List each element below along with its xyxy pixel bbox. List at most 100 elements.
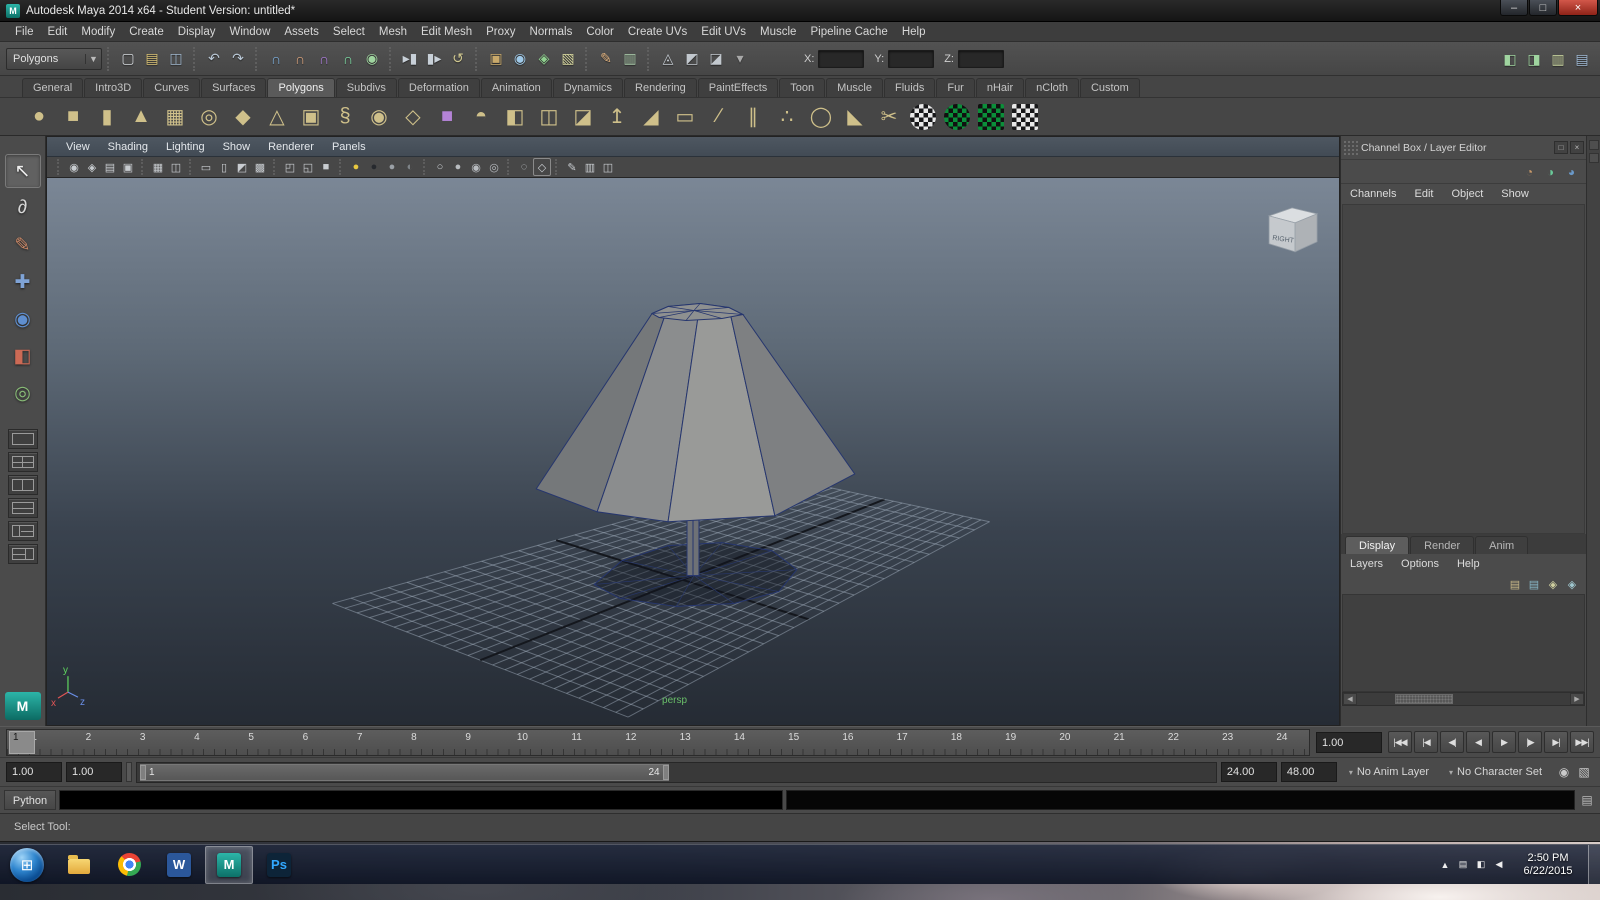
open-scene-icon[interactable]: ▤ xyxy=(140,46,164,72)
render-settings-icon[interactable]: ▧ xyxy=(556,46,580,72)
channel-menu-show[interactable]: Show xyxy=(1492,188,1538,200)
perspective-viewport[interactable]: View Shading Lighting Show Renderer Panels ◉ ◈… xyxy=(46,136,1340,726)
anim-layer-dropdown[interactable]: ▾ No Anim Layer xyxy=(1341,766,1437,778)
smooth-shade-icon[interactable]: ● xyxy=(449,158,467,176)
menu-item-file[interactable]: File xyxy=(8,22,41,42)
shelf-tab-muscle[interactable]: Muscle xyxy=(826,78,883,97)
poly-platonic-icon[interactable]: ◇ xyxy=(397,101,429,133)
animation-start-field[interactable]: 1.00 xyxy=(6,762,62,782)
component-mode-icon[interactable]: ◪ xyxy=(704,46,728,72)
channel-box-header[interactable]: Channel Box / Layer Editor □ × xyxy=(1341,136,1586,160)
go-to-start-button[interactable]: |◀◀ xyxy=(1388,731,1412,753)
current-time-field[interactable]: 1.00 xyxy=(1316,731,1382,753)
poly-cylinder-icon[interactable]: ▮ xyxy=(91,101,123,133)
scroll-left-icon[interactable]: ◀ xyxy=(1343,693,1357,705)
panel-menu-show[interactable]: Show xyxy=(214,137,260,157)
construction-history-icon[interactable]: ↺ xyxy=(446,46,470,72)
toggle-channel-box-icon[interactable]: ▤ xyxy=(1570,46,1594,72)
output-from-selected-icon[interactable]: ▮▸ xyxy=(422,46,446,72)
panel-menu-view[interactable]: View xyxy=(57,137,99,157)
menu-item-edit[interactable]: Edit xyxy=(41,22,75,42)
shelf-tab-toon[interactable]: Toon xyxy=(779,78,826,97)
rotate-tool[interactable]: ◉ xyxy=(5,302,41,336)
isolate-select-icon[interactable]: ◇ xyxy=(533,158,551,176)
menu-item-normals[interactable]: Normals xyxy=(523,22,580,42)
action-center-icon[interactable]: ▤ xyxy=(1454,859,1472,870)
layout-four-pane[interactable] xyxy=(7,452,38,472)
shelf-tab-general[interactable]: General xyxy=(22,78,84,97)
safe-title-icon[interactable]: ◱ xyxy=(299,158,317,176)
xray-icon[interactable]: ◌ xyxy=(515,158,533,176)
select-tool[interactable]: ↖ xyxy=(4,154,41,188)
camera-snapshot-icon[interactable]: ▥ xyxy=(581,158,599,176)
fill-mode-icon[interactable]: ■ xyxy=(317,158,335,176)
crease-tool-icon[interactable]: ◣ xyxy=(839,101,871,133)
layer-tab-render[interactable]: Render xyxy=(1410,536,1475,554)
menu-item-modify[interactable]: Modify xyxy=(74,22,122,42)
shelf-tab-polygons[interactable]: Polygons xyxy=(267,78,335,97)
make-live-icon[interactable]: ◉ xyxy=(360,46,384,72)
show-desktop-button[interactable] xyxy=(1588,845,1600,884)
channel-slider-hyperbolic-icon[interactable]: ◕ xyxy=(1563,163,1580,180)
redo-icon[interactable]: ↷ xyxy=(226,46,250,72)
multi-view-icon[interactable]: ◫ xyxy=(599,158,617,176)
poly-cone-icon[interactable]: ▲ xyxy=(125,101,157,133)
shelf-tab-intro3d[interactable]: Intro3D xyxy=(84,78,143,97)
bookmarks-icon[interactable]: ▣ xyxy=(119,158,137,176)
mirror-geometry-icon[interactable]: ◧ xyxy=(499,101,531,133)
undo-icon[interactable]: ↶ xyxy=(202,46,226,72)
panel-grip-icon[interactable] xyxy=(1343,139,1359,156)
shelf-tab-fur[interactable]: Fur xyxy=(936,78,975,97)
panel-menu-lighting[interactable]: Lighting xyxy=(157,137,214,157)
menu-item-proxy[interactable]: Proxy xyxy=(479,22,522,42)
step-back-key-button[interactable]: ◀| xyxy=(1440,731,1464,753)
layer-tab-display[interactable]: Display xyxy=(1345,536,1410,554)
uv-texture-checker-icon[interactable] xyxy=(944,103,970,130)
snap-view-plane-icon[interactable]: ∩ xyxy=(336,46,360,72)
poly-pipe-icon[interactable]: ▣ xyxy=(295,101,327,133)
multi-cut-icon[interactable]: ✂ xyxy=(873,101,905,133)
split-polygon-icon[interactable]: ∕ xyxy=(703,101,735,133)
menu-item-pipeline-cache[interactable]: Pipeline Cache xyxy=(803,22,894,42)
panel-menu-panels[interactable]: Panels xyxy=(323,137,375,157)
range-grip[interactable] xyxy=(126,762,132,782)
hidden-icons-icon[interactable]: ▲ xyxy=(1436,860,1454,870)
play-forwards-button[interactable]: ▶ xyxy=(1492,731,1516,753)
select-camera-icon[interactable]: ◉ xyxy=(65,158,83,176)
interactive-creation-icon[interactable]: ■ xyxy=(431,101,463,133)
script-editor-icon[interactable]: ▥ xyxy=(618,46,642,72)
lamp-model[interactable] xyxy=(535,302,856,607)
menu-item-muscle[interactable]: Muscle xyxy=(753,22,803,42)
toggle-attribute-editor-icon[interactable]: ◨ xyxy=(1522,46,1546,72)
shelf-tab-nhair[interactable]: nHair xyxy=(975,78,1025,97)
step-back-frame-button[interactable]: |◀ xyxy=(1414,731,1438,753)
camera-attributes-icon[interactable]: ▤ xyxy=(101,158,119,176)
default-lighting-icon[interactable]: ● xyxy=(347,158,365,176)
maya-app[interactable]: M xyxy=(205,845,253,884)
playback-start-field[interactable]: 1.00 xyxy=(66,762,122,782)
panel-menu-renderer[interactable]: Renderer xyxy=(259,137,323,157)
layer-scrollbar[interactable]: ◀ ▶ xyxy=(1342,692,1585,706)
step-forward-key-button[interactable]: |▶ xyxy=(1518,731,1542,753)
poly-plane-icon[interactable]: ▦ xyxy=(159,101,191,133)
maya-logo-button[interactable]: M xyxy=(4,692,41,720)
chrome-app[interactable] xyxy=(105,846,153,884)
poly-prism-icon[interactable]: ◆ xyxy=(227,101,259,133)
scrollbar-thumb[interactable] xyxy=(1395,694,1453,704)
use-all-lights-icon[interactable]: ◎ xyxy=(485,158,503,176)
paint-effects-icon[interactable]: ✎ xyxy=(594,46,618,72)
script-editor-console-icon[interactable]: ▤ xyxy=(1578,793,1596,807)
save-scene-icon[interactable]: ◫ xyxy=(164,46,188,72)
bridge-icon[interactable]: ▭ xyxy=(669,101,701,133)
close-button[interactable]: × xyxy=(1558,0,1598,16)
menu-item-help[interactable]: Help xyxy=(895,22,933,42)
timeline-track[interactable]: 123456789101112131415161718192021222324 … xyxy=(6,728,1310,756)
title-bar[interactable]: M Autodesk Maya 2014 x64 - Student Versi… xyxy=(0,0,1600,22)
menu-item-mesh[interactable]: Mesh xyxy=(372,22,414,42)
resolution-gate-icon[interactable]: ▯ xyxy=(215,158,233,176)
menu-item-create-uvs[interactable]: Create UVs xyxy=(621,22,694,42)
layout-two-pane-stacked[interactable] xyxy=(7,498,38,518)
uv-editor-icon[interactable] xyxy=(978,103,1004,130)
toggle-tool-settings-icon[interactable]: ▥ xyxy=(1546,46,1570,72)
range-track[interactable]: 1 24 xyxy=(136,761,1217,783)
